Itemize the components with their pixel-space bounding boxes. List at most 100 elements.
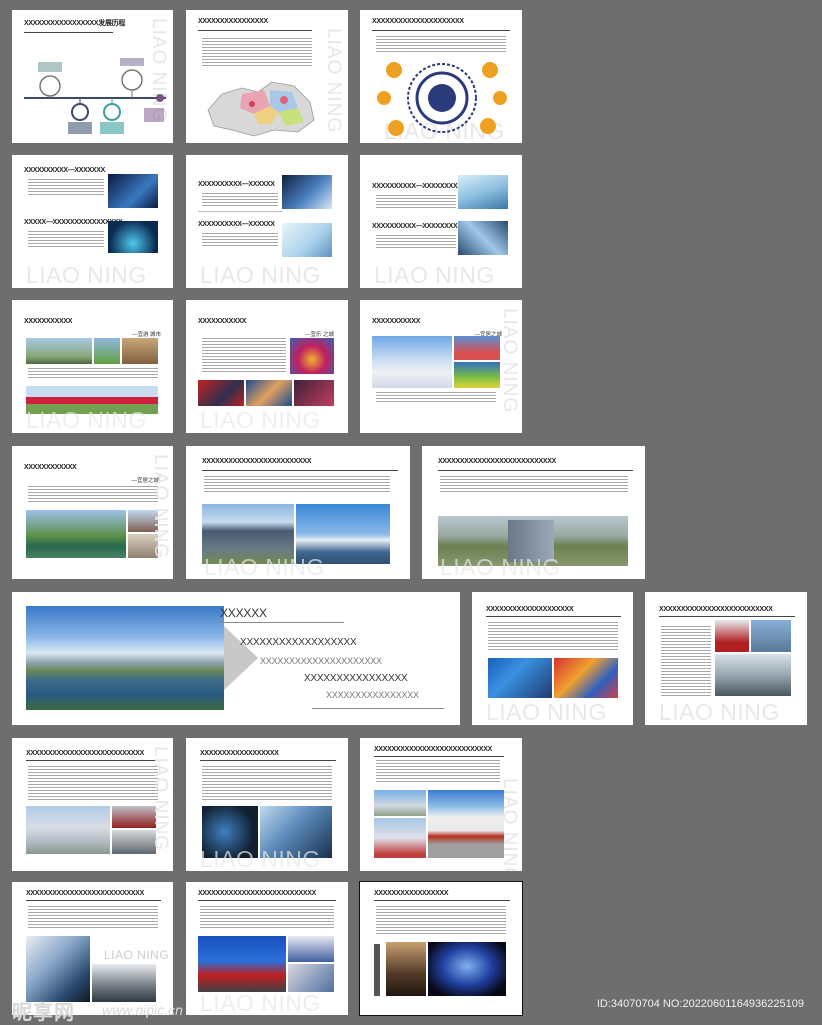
circular-diagram bbox=[377, 62, 507, 136]
page-thumb-14[interactable]: XXXXXXXXXXXXXXXXXXXX LIAO NING bbox=[472, 592, 633, 725]
page-thumb-8[interactable]: XXXXXXXXXXX —宜乐 之城 LIAO NING bbox=[186, 300, 348, 433]
watermark: LIAO NING bbox=[200, 990, 321, 1015]
body-text bbox=[202, 193, 278, 207]
page-thumb-7[interactable]: XXXXXXXXXXX —宜游 城市 LIAO NING bbox=[12, 300, 173, 433]
photo bbox=[92, 964, 156, 1002]
cover-line-1: XXXXXXXXXXXXXXXXXX bbox=[240, 637, 357, 648]
cover-heading: XXXXXX bbox=[220, 606, 267, 620]
page-title: XXXXXXXXXXXXXXXXX发展历程 bbox=[24, 20, 126, 27]
page-title: XXXXXXXXXXX bbox=[198, 318, 247, 325]
watermark: LIAO NING bbox=[150, 746, 171, 852]
photo bbox=[372, 336, 452, 388]
title-rule bbox=[486, 616, 621, 617]
page-thumb-5[interactable]: XXXXXXXXXX—XXXXXX XXXXXXXXXX—XXXXXX LIAO… bbox=[186, 155, 348, 288]
region-map bbox=[207, 81, 315, 137]
title-rule bbox=[24, 32, 113, 33]
watermark: LIAO NING bbox=[440, 554, 561, 579]
cover-line-4: XXXXXXXXXXXXXXXX bbox=[326, 690, 419, 700]
page-thumb-4[interactable]: XXXXXXXXXX—XXXXXXX XXXXX—XXXXXXXXXXXXXXX… bbox=[12, 155, 173, 288]
watermark: LIAO NING bbox=[104, 948, 170, 962]
title-rule bbox=[659, 616, 795, 617]
page-thumb-2[interactable]: XXXXXXXXXXXXXXXX LIAO NING bbox=[186, 10, 348, 143]
watermark: LIAO NING bbox=[323, 28, 344, 134]
body-text bbox=[28, 906, 158, 930]
body-text bbox=[28, 486, 158, 504]
page-thumb-1[interactable]: XXXXXXXXXXXXXXXXX发展历程 LIAO NING bbox=[12, 10, 173, 143]
photo bbox=[488, 658, 552, 698]
watermark: LIAO NING bbox=[204, 554, 325, 579]
page-title: XXXXXXXXXXXXXXXXX bbox=[374, 890, 449, 897]
page-thumb-20[interactable]: XXXXXXXXXXXXXXXXXXXXXXXXXXX LIAO NING bbox=[186, 882, 348, 1015]
watermark: LIAO NING bbox=[26, 407, 147, 433]
page-thumb-21-selected[interactable]: XXXXXXXXXXXXXXXXX bbox=[359, 881, 523, 1016]
title-rule bbox=[374, 900, 510, 901]
cover-rule bbox=[220, 622, 344, 623]
page-title: XXXXXXXXXXX bbox=[372, 318, 421, 325]
title-rule bbox=[438, 470, 633, 471]
photo bbox=[374, 790, 426, 816]
title-rule bbox=[198, 900, 336, 901]
photo bbox=[715, 654, 791, 696]
page-thumb-17[interactable]: XXXXXXXXXXXXXXXXXX LIAO NING bbox=[186, 738, 348, 871]
body-text bbox=[440, 476, 628, 494]
photo bbox=[288, 964, 334, 992]
page-title: XXXXXXXXXXX bbox=[24, 318, 73, 325]
body-text bbox=[28, 179, 104, 195]
photo bbox=[26, 936, 90, 1002]
cover-line-2: XXXXXXXXXXXXXXXXXXXXX bbox=[260, 656, 382, 666]
page-thumb-6[interactable]: XXXXXXXXXX—XXXXXXXXXXXXX XXXXXXXXXX—XXXX… bbox=[360, 155, 522, 288]
page-title: XXXXXXXXXXXXXXXXXXXXXXXXXXX bbox=[374, 746, 492, 753]
page-thumb-3[interactable]: XXXXXXXXXXXXXXXXXXXXX LIAO NING bbox=[360, 10, 522, 143]
photo bbox=[198, 380, 244, 406]
title-rule bbox=[200, 760, 336, 761]
body-text bbox=[661, 626, 711, 696]
body-text bbox=[202, 766, 332, 802]
watermark: LIAO NING bbox=[486, 699, 607, 725]
photo bbox=[374, 818, 426, 858]
photo bbox=[428, 790, 504, 858]
cover-line-3: XXXXXXXXXXXXXXXX bbox=[304, 673, 408, 684]
page-thumb-16[interactable]: XXXXXXXXXXXXXXXXXXXXXXXXXXX LIAO NING bbox=[12, 738, 173, 871]
page-thumb-11[interactable]: XXXXXXXXXXXXXXXXXXXXXXXXX LIAO NING bbox=[186, 446, 410, 579]
photo bbox=[26, 510, 126, 558]
photo bbox=[288, 936, 334, 962]
page-thumb-15[interactable]: XXXXXXXXXXXXXXXXXXXXXXXXXX LIAO NING bbox=[645, 592, 807, 725]
body-text bbox=[376, 906, 506, 934]
watermark: LIAO NING bbox=[200, 846, 321, 871]
title-rule bbox=[26, 760, 161, 761]
watermark: LIAO NING bbox=[499, 308, 520, 414]
watermark: LIAO NING bbox=[374, 262, 495, 288]
body-text bbox=[376, 760, 500, 784]
section-title: XXXXXXXXXX—XXXXXX bbox=[198, 181, 275, 188]
photo bbox=[26, 806, 110, 854]
page-title: XXXXXXXXXXXXXXXXXXXXXXXXXX bbox=[659, 606, 773, 613]
page-thumb-12[interactable]: XXXXXXXXXXXXXXXXXXXXXXXXXXX LIAO NING bbox=[422, 446, 645, 579]
photo bbox=[282, 175, 332, 209]
body-text bbox=[376, 195, 456, 209]
body-text bbox=[488, 622, 618, 652]
body-text bbox=[204, 476, 390, 492]
body-text bbox=[202, 338, 286, 372]
photo bbox=[122, 338, 158, 364]
body-text bbox=[376, 36, 506, 52]
watermark: LIAO NING bbox=[26, 262, 147, 288]
title-rule bbox=[374, 756, 504, 757]
image-id-text: ID:34070704 NO:20220601164936225109 bbox=[596, 998, 804, 1010]
photo bbox=[386, 942, 426, 996]
title-rule bbox=[202, 470, 398, 471]
photo bbox=[458, 175, 508, 209]
page-thumb-10[interactable]: XXXXXXXXXXXX —宜居之城 LIAO NING bbox=[12, 446, 173, 579]
page-thumb-13-cover[interactable]: XXXXXX XXXXXXXXXXXXXXXXXX XXXXXXXXXXXXXX… bbox=[12, 592, 460, 725]
body-text bbox=[200, 906, 334, 930]
photo bbox=[198, 936, 286, 992]
watermark: LIAO NING bbox=[200, 407, 321, 433]
photo bbox=[454, 336, 500, 360]
page-title: XXXXXXXXXXXX bbox=[24, 464, 77, 471]
title-rule bbox=[372, 30, 510, 31]
page-thumb-9[interactable]: XXXXXXXXXXX —宜居之城 LIAO NING bbox=[360, 300, 522, 433]
section-title: XXXXXXXXXX—XXXXXXX bbox=[24, 167, 105, 174]
page-thumb-18[interactable]: XXXXXXXXXXXXXXXXXXXXXXXXXXX LIAO NING bbox=[360, 738, 522, 871]
divider bbox=[198, 211, 282, 212]
arrow-shape bbox=[224, 626, 258, 690]
page-title: XXXXXXXXXXXXXXXXXXXXXXXXXXX bbox=[438, 458, 556, 465]
